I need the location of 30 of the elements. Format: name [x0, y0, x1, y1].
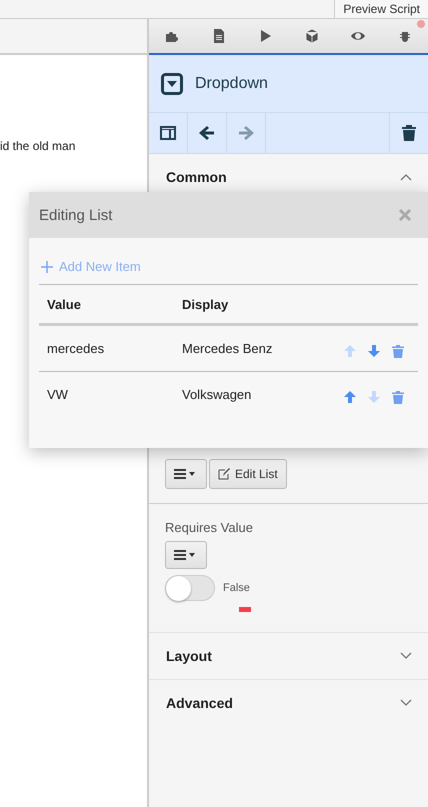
section-title: Common [166, 169, 227, 185]
editor-text: id the old man [0, 139, 76, 153]
component-title: Dropdown [195, 74, 268, 92]
menu-caret-icon [174, 549, 198, 561]
table-cell-text: Mercedes Benz [181, 341, 274, 356]
section-title: Layout [166, 648, 212, 664]
cube-icon[interactable] [304, 28, 320, 44]
edit-list-button[interactable]: Edit List [209, 459, 287, 489]
error-mark [239, 607, 251, 612]
section-title: Advanced [166, 695, 233, 711]
table-cell-text: Volkswagen [181, 387, 252, 402]
chevron-icon[interactable] [400, 699, 412, 707]
chevron-icon[interactable] [400, 173, 412, 181]
dropdown-icon [161, 72, 183, 94]
up-arrow-icon[interactable] [344, 391, 356, 403]
plus-icon [41, 260, 53, 272]
dialog-title: Editing List [39, 206, 112, 224]
edit-icon [218, 468, 230, 480]
requires-value-label: Requires Value [165, 520, 253, 535]
toggle-value: False [223, 582, 250, 594]
menu-dropdown-button[interactable] [165, 459, 207, 489]
column-header: Value [46, 296, 82, 312]
table-cell-text: VW [46, 387, 69, 402]
menu-caret-icon [174, 468, 198, 480]
toggle-switch[interactable] [165, 575, 215, 601]
chevron-icon[interactable] [400, 652, 412, 660]
menu-dropdown-button[interactable] [165, 541, 207, 569]
column-header: Display [181, 296, 230, 312]
down-arrow-icon[interactable] [368, 345, 380, 357]
table-cell-text: mercedes [46, 341, 106, 356]
